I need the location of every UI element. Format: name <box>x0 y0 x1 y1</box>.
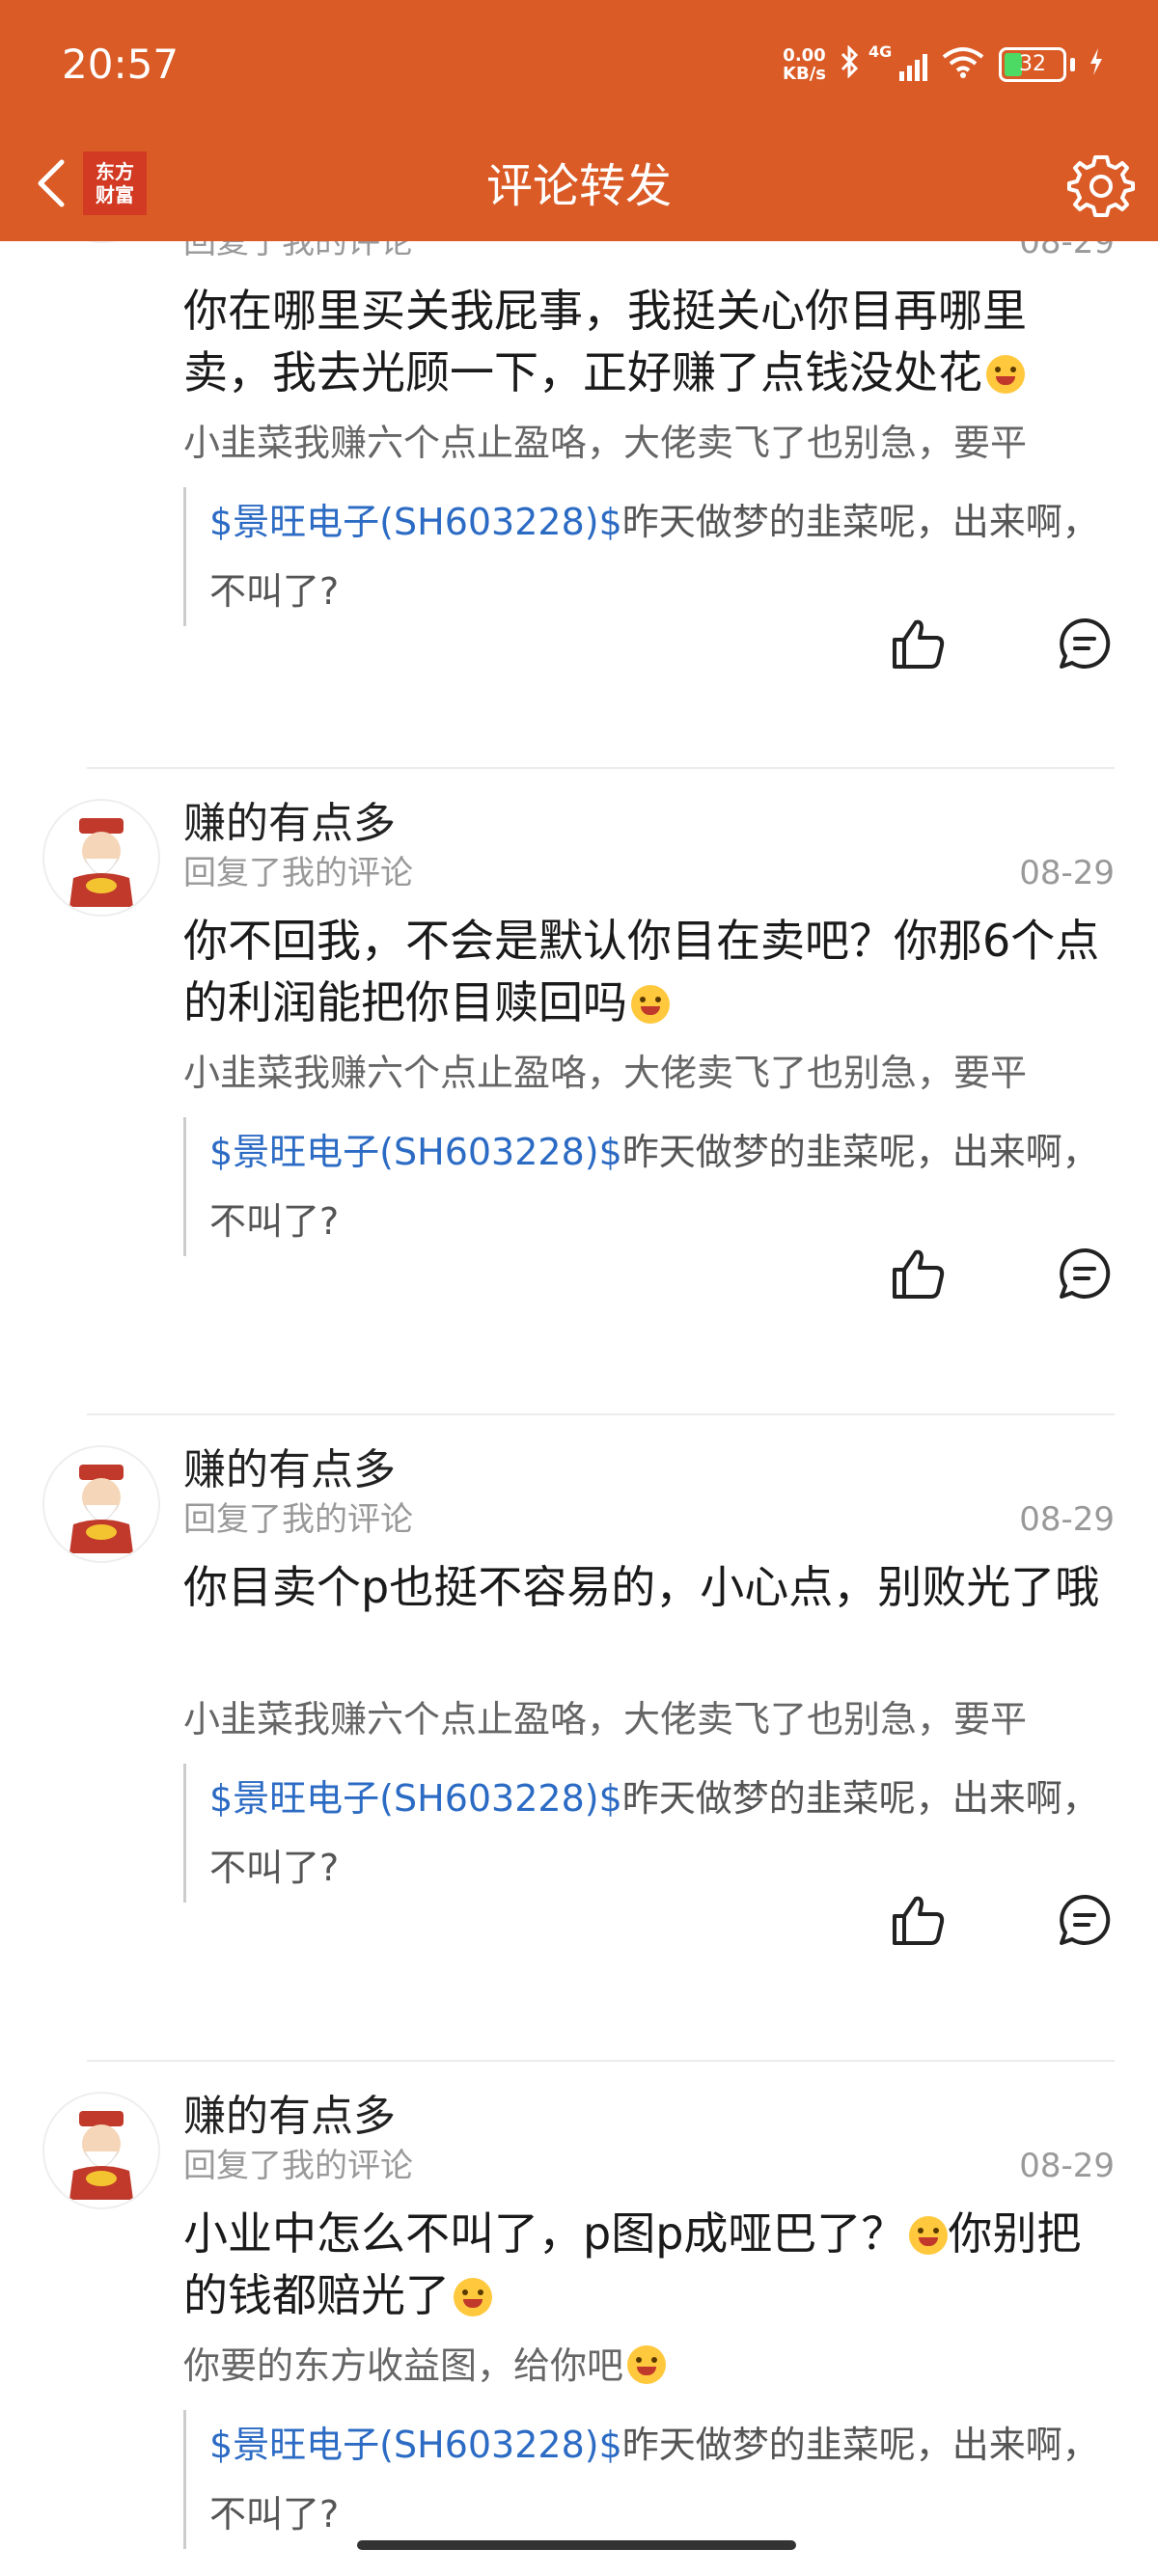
stock-link[interactable]: $景旺电子(SH603228)$ <box>209 501 622 543</box>
stock-link[interactable]: $景旺电子(SH603228)$ <box>209 1131 622 1173</box>
comment-subtitle: 回复了我的评论 <box>183 241 413 261</box>
comment-text[interactable]: 你目卖个p也挺不容易的，小心点，别败光了哦 <box>183 1556 1110 1618</box>
fortune-god-avatar-icon <box>69 818 133 907</box>
avatar[interactable] <box>42 1445 160 1563</box>
app-header: 20:57 0.00 KB/s 4G 32 东方 财富 评论转发 <box>0 0 1158 241</box>
comment-text-content: 你在哪里买关我屁事，我挺关心你目再哪里卖，我去光顾一下，正好赚了点钱没处花 <box>183 285 1027 398</box>
status-icons: 0.00 KB/s 4G 32 <box>783 39 1104 91</box>
gear-icon <box>1067 155 1135 217</box>
fortune-god-avatar-icon <box>69 1465 133 1553</box>
battery-level: 32 <box>1019 52 1046 76</box>
reply-text[interactable]: 小韭菜我赚六个点止盈咯，大佬卖飞了也别急，要平 <box>183 1050 1129 1096</box>
stock-link[interactable]: $景旺电子(SH603228)$ <box>209 2424 622 2466</box>
divider <box>87 2060 1115 2062</box>
reply-text[interactable]: 小韭菜我赚六个点止盈咯，大佬卖飞了也别急，要平 <box>183 1696 1129 1742</box>
emoji-icon <box>909 2216 949 2255</box>
emoji-icon <box>454 2278 492 2316</box>
comment-date: 08-29 <box>1019 2147 1115 2185</box>
quoted-post[interactable]: $景旺电子(SH603228)$昨天做梦的韭菜呢，出来啊，不叫了? <box>183 1117 1110 1256</box>
bluetooth-icon <box>840 43 861 85</box>
avatar[interactable] <box>42 241 160 243</box>
comment-actions <box>890 1245 1114 1302</box>
wifi-icon <box>941 45 985 85</box>
reply-text[interactable]: 小韭菜我赚六个点止盈咯，大佬卖飞了也别急，要平 <box>183 420 1129 466</box>
stock-link[interactable]: $景旺电子(SH603228)$ <box>209 1777 622 1820</box>
comment-bubble-icon <box>1060 617 1111 669</box>
comment-subtitle: 回复了我的评论 <box>183 1500 413 1539</box>
quoted-post[interactable]: $景旺电子(SH603228)$昨天做梦的韭菜呢，出来啊，不叫了? <box>183 487 1110 626</box>
comment-text-part1: 小业中怎么不叫了，p图p成哑巴了？ <box>183 2207 906 2260</box>
battery-tip <box>1070 58 1075 71</box>
comment-subtitle: 回复了我的评论 <box>183 854 413 892</box>
thumbs-up-icon <box>893 619 945 669</box>
reply-text-content: 你要的东方收益图，给你吧 <box>183 2344 624 2387</box>
divider <box>87 767 1115 769</box>
like-button[interactable] <box>890 1891 948 1949</box>
divider <box>87 1413 1115 1415</box>
like-button[interactable] <box>890 615 948 672</box>
emoji-icon <box>627 2345 667 2384</box>
emoji-icon <box>986 355 1025 394</box>
net-speed-value: 0.00 <box>783 45 826 66</box>
signal-icon: 4G <box>868 42 927 81</box>
reply-text[interactable]: 你要的东方收益图，给你吧 <box>183 2343 1129 2389</box>
status-time: 20:57 <box>62 41 179 88</box>
thumbs-up-icon <box>893 1896 945 1945</box>
comment-feed[interactable]: 回复了我的评论 08-29 你在哪里买关我屁事，我挺关心你目再哪里卖，我去光顾一… <box>0 241 1158 2576</box>
comment-actions <box>890 615 1114 672</box>
battery-icon: 32 <box>999 47 1066 82</box>
comment-username[interactable]: 赚的有点多 <box>183 799 396 849</box>
comment-username[interactable]: 赚的有点多 <box>183 2092 396 2142</box>
emoji-icon <box>631 985 670 1024</box>
net-speed: 0.00 KB/s <box>783 46 826 83</box>
home-indicator[interactable] <box>357 2540 796 2550</box>
net-speed-unit: KB/s <box>783 64 826 84</box>
nav-bar: 东方 财富 评论转发 <box>0 130 1158 241</box>
comment-subtitle: 回复了我的评论 <box>183 2147 413 2185</box>
like-button[interactable] <box>890 1245 948 1302</box>
comment-button[interactable] <box>1056 615 1114 672</box>
quoted-post[interactable]: $景旺电子(SH603228)$昨天做梦的韭菜呢，出来啊，不叫了? <box>183 1764 1110 1903</box>
avatar[interactable] <box>42 799 160 917</box>
page-title: 评论转发 <box>485 159 672 213</box>
comment-button[interactable] <box>1056 1891 1114 1949</box>
comment-date: 08-29 <box>1019 1500 1115 1539</box>
comment-text[interactable]: 小业中怎么不叫了，p图p成哑巴了？ 你别把的钱都赔光了 <box>183 2203 1110 2326</box>
status-bar: 20:57 0.00 KB/s 4G 32 <box>0 0 1158 130</box>
comment-text[interactable]: 你在哪里买关我屁事，我挺关心你目再哪里卖，我去光顾一下，正好赚了点钱没处花 <box>183 280 1110 403</box>
network-type: 4G <box>868 42 893 61</box>
comment-button[interactable] <box>1056 1245 1114 1302</box>
comment-date: 08-29 <box>1019 241 1115 261</box>
comment-text[interactable]: 你不回我，不会是默认你目在卖吧？你那6个点的利润能把你目赎回吗 <box>183 910 1110 1033</box>
settings-button[interactable] <box>1065 150 1137 221</box>
comment-username[interactable]: 赚的有点多 <box>183 1445 396 1495</box>
thumbs-up-icon <box>893 1249 945 1299</box>
quoted-post[interactable]: $景旺电子(SH603228)$昨天做梦的韭菜呢，出来啊，不叫了? <box>183 2410 1110 2549</box>
fortune-god-avatar-icon <box>69 2111 133 2200</box>
comment-actions <box>890 1891 1114 1949</box>
comment-date: 08-29 <box>1019 854 1115 892</box>
charging-icon <box>1089 47 1104 83</box>
comment-bubble-icon <box>1060 1247 1111 1299</box>
avatar[interactable] <box>42 2092 160 2209</box>
comment-bubble-icon <box>1060 1894 1111 1945</box>
